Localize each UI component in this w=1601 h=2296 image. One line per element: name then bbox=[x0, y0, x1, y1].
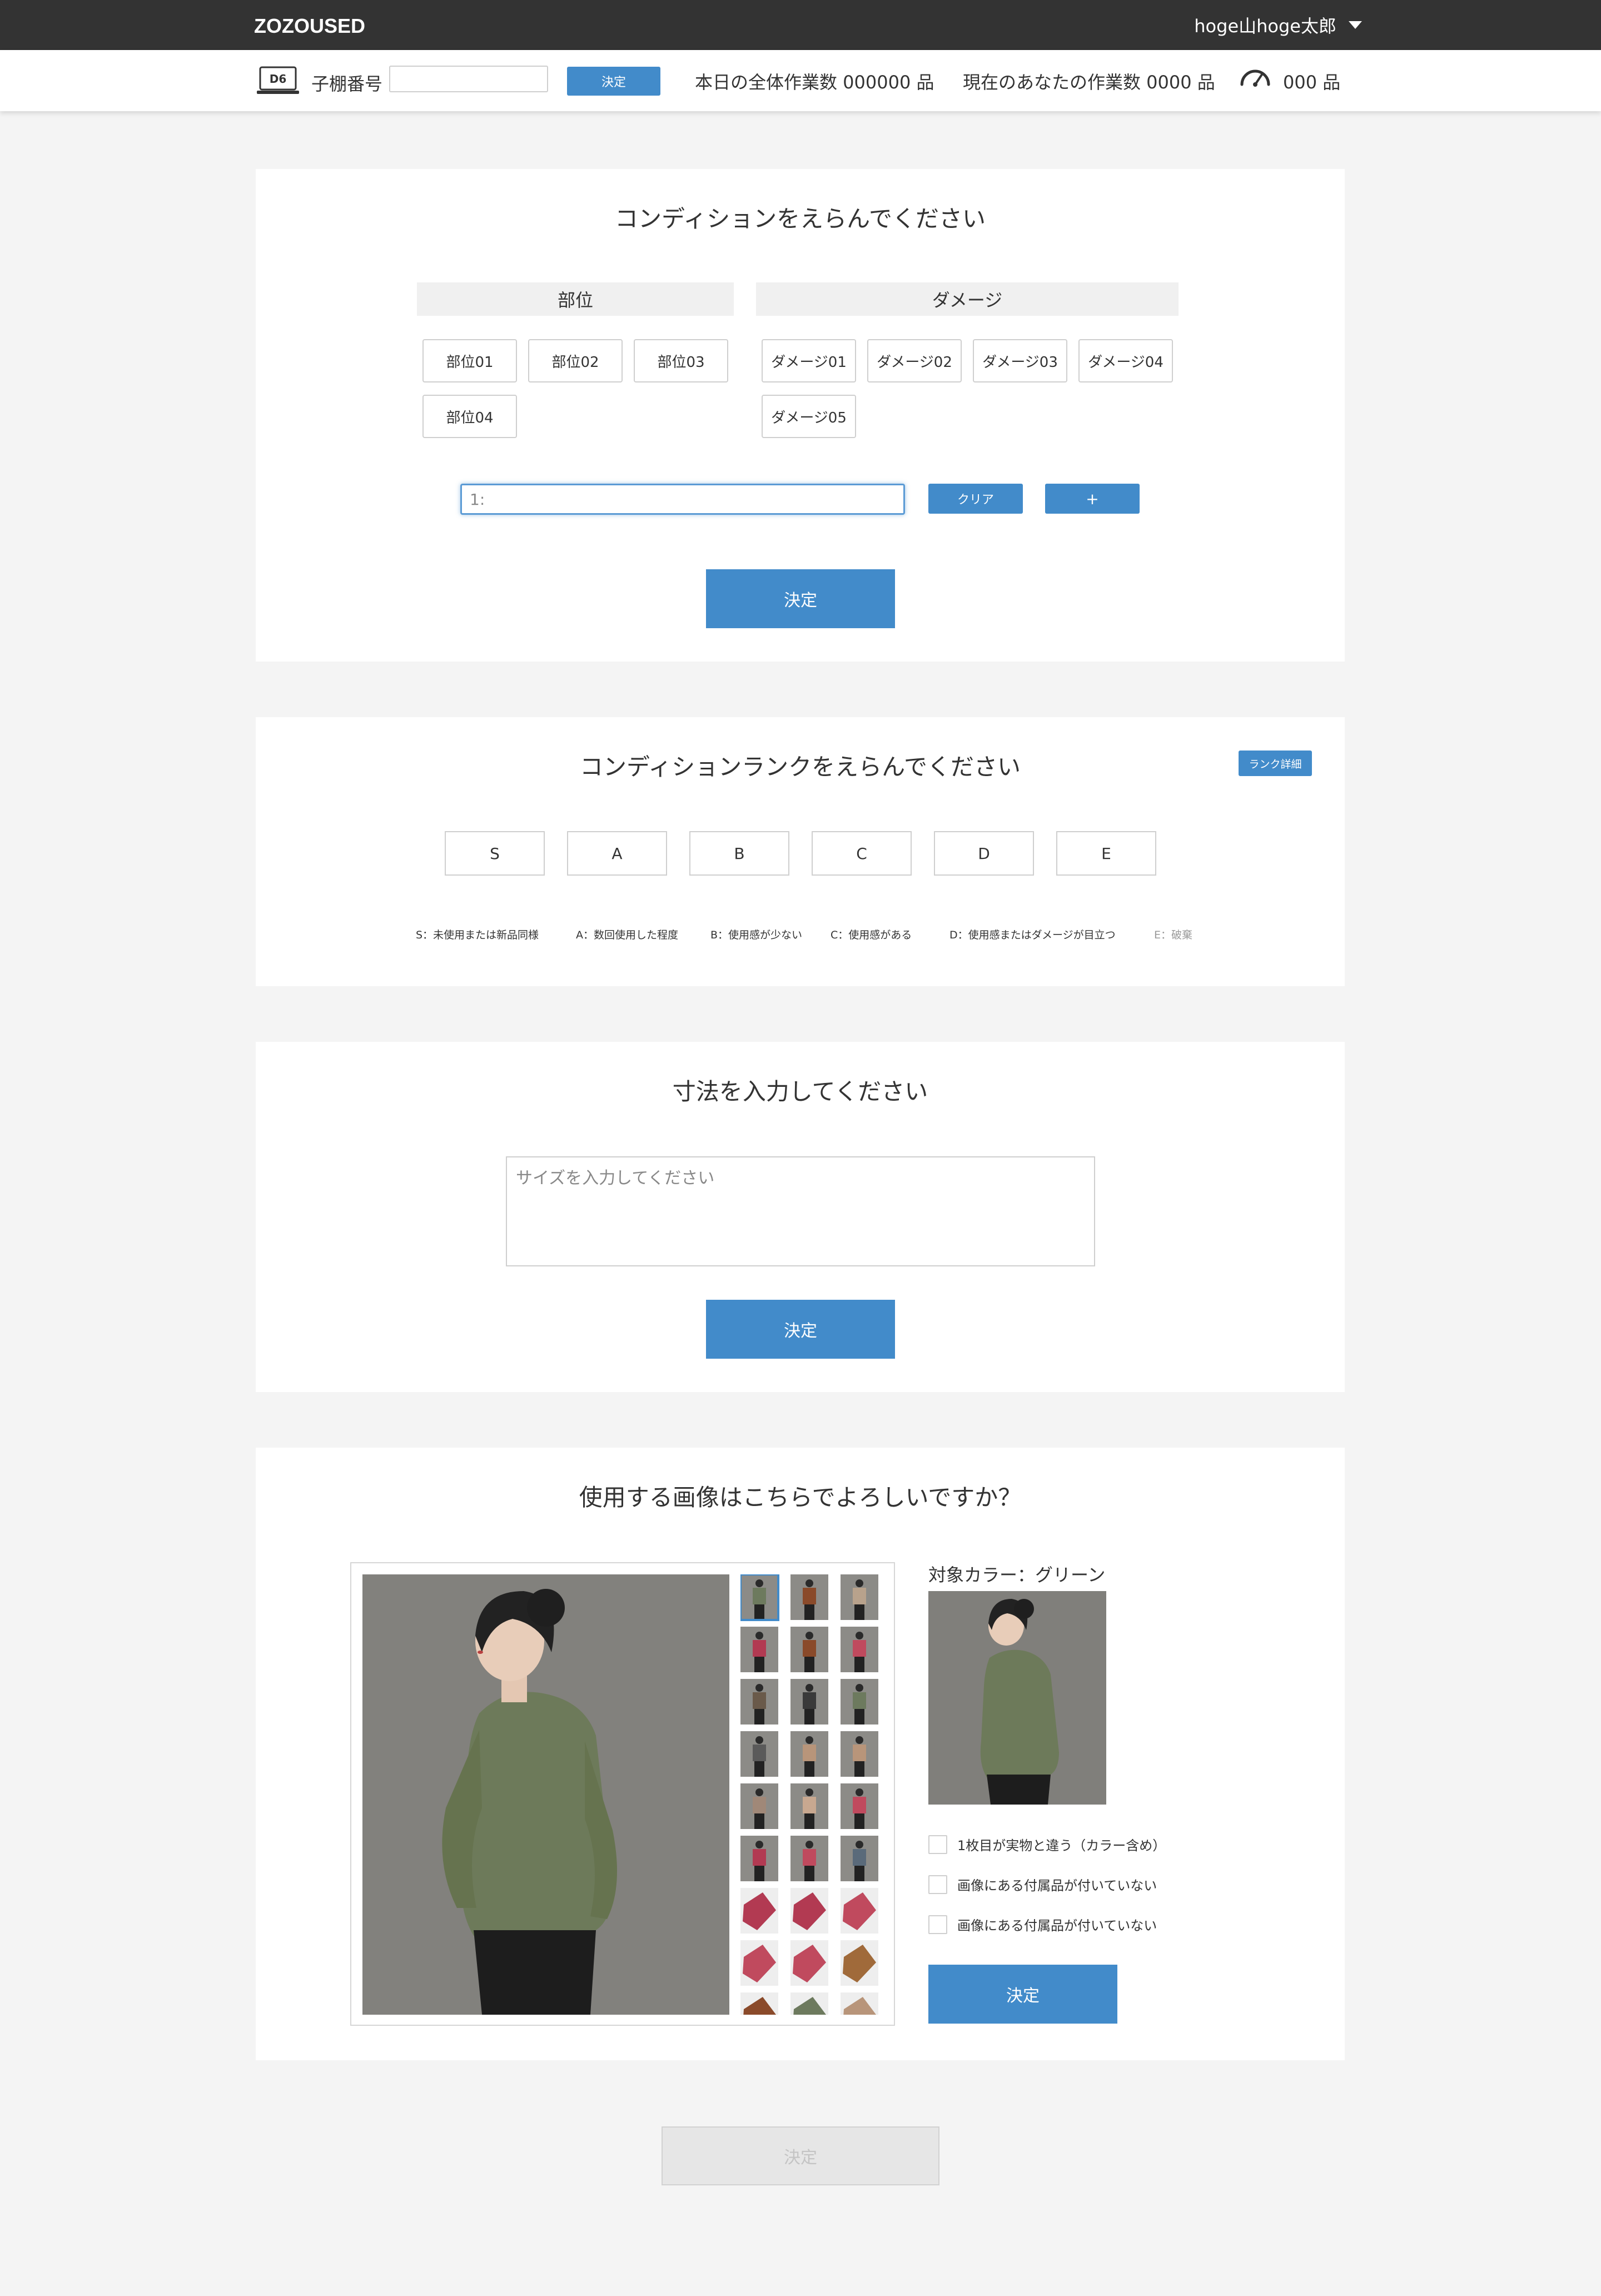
thumbnail-image[interactable] bbox=[790, 1627, 828, 1672]
speedometer-icon bbox=[1240, 69, 1270, 87]
thumbnail-image[interactable] bbox=[790, 1836, 828, 1881]
your-work-count: 現在のあなたの作業数 0000 品 bbox=[963, 72, 1215, 93]
part-option[interactable]: 部位04 bbox=[422, 395, 517, 438]
check-label: 画像にある付属品が付いていない bbox=[957, 1878, 1157, 1894]
condition-submit-button[interactable]: 決定 bbox=[706, 569, 895, 628]
damage-option[interactable]: ダメージ01 bbox=[762, 339, 856, 382]
shelf-number-label: 子棚番号 bbox=[311, 73, 383, 95]
thumbnail-image[interactable] bbox=[740, 1783, 778, 1829]
check-accessory-missing-2[interactable]: 画像にある付属品が付いていない bbox=[928, 1915, 1157, 1934]
thumbnail-image[interactable] bbox=[841, 1679, 878, 1725]
speed-work-count: 000 品 bbox=[1283, 72, 1341, 93]
rank-option-c[interactable]: C bbox=[812, 831, 912, 876]
rank-legend-b: B：使用感が少ない bbox=[710, 929, 803, 941]
shelf-number-input[interactable] bbox=[389, 66, 548, 92]
part-option[interactable]: 部位02 bbox=[528, 339, 623, 382]
image-submit-button[interactable]: 決定 bbox=[928, 1965, 1117, 2024]
condition-title: コンディションをえらんでください bbox=[615, 205, 986, 232]
image-gallery bbox=[350, 1562, 895, 2026]
rank-legend-s: S：未使用または新品同様 bbox=[416, 929, 539, 941]
thumbnail-image[interactable] bbox=[740, 1888, 778, 1934]
damage-column-header: ダメージ bbox=[756, 282, 1179, 316]
check-label: 画像にある付属品が付いていない bbox=[957, 1918, 1157, 1934]
damage-option[interactable]: ダメージ02 bbox=[867, 339, 962, 382]
rank-option-b[interactable]: B bbox=[689, 831, 789, 876]
part-option[interactable]: 部位03 bbox=[634, 339, 728, 382]
target-color-image bbox=[928, 1591, 1106, 1805]
rank-detail-button[interactable]: ランク詳細 bbox=[1239, 751, 1312, 776]
thumbnail-image[interactable] bbox=[740, 1627, 778, 1672]
shelf-icon-label: D6 bbox=[270, 72, 287, 86]
app-logo[interactable]: ZOZOUSED bbox=[254, 14, 365, 38]
top-bar: ZOZOUSED hoge山hoge太郎 bbox=[0, 0, 1601, 50]
thumbnail-image[interactable] bbox=[790, 1992, 828, 2015]
condition-card: コンディションをえらんでください 部位 ダメージ 部位01 部位02 部位03 … bbox=[256, 169, 1345, 662]
thumbnail-image[interactable] bbox=[740, 1679, 778, 1725]
rank-option-a[interactable]: A bbox=[567, 831, 667, 876]
condition-input[interactable] bbox=[460, 484, 905, 515]
thumbnail-image[interactable] bbox=[740, 1992, 778, 2015]
checkbox[interactable] bbox=[928, 1875, 947, 1894]
rank-title: コンディションランクをえらんでください bbox=[580, 753, 1021, 781]
size-title: 寸法を入力してください bbox=[672, 1078, 928, 1105]
thumbnail-image[interactable] bbox=[790, 1783, 828, 1829]
rank-legend-e: E：破棄 bbox=[1154, 929, 1193, 941]
user-menu[interactable]: hoge山hoge太郎 bbox=[1194, 12, 1362, 38]
caret-down-icon bbox=[1349, 21, 1362, 29]
checkbox[interactable] bbox=[928, 1835, 947, 1854]
thumbnail-image[interactable] bbox=[841, 1574, 878, 1620]
rank-option-d[interactable]: D bbox=[934, 831, 1034, 876]
rank-card: コンディションランクをえらんでください ランク詳細 bbox=[256, 717, 1345, 986]
target-color-label: 対象カラー：グリーン bbox=[928, 1564, 1106, 1586]
user-name: hoge山hoge太郎 bbox=[1194, 16, 1336, 37]
laptop-icon: D6 bbox=[257, 66, 299, 94]
thumbnail-image[interactable] bbox=[790, 1731, 828, 1777]
damage-option[interactable]: ダメージ04 bbox=[1078, 339, 1173, 382]
thumbnail-image[interactable] bbox=[790, 1679, 828, 1725]
size-input[interactable] bbox=[506, 1156, 1095, 1266]
checkbox[interactable] bbox=[928, 1915, 947, 1934]
rank-legend-d: D：使用感またはダメージが目立つ bbox=[949, 929, 1116, 941]
damage-option[interactable]: ダメージ03 bbox=[973, 339, 1067, 382]
rank-legend-c: C：使用感がある bbox=[831, 929, 912, 941]
damage-option[interactable]: ダメージ05 bbox=[762, 395, 856, 438]
total-work-count: 本日の全体作業数 000000 品 bbox=[695, 72, 934, 93]
rank-legend-a: A：数回使用した程度 bbox=[576, 929, 678, 941]
sub-bar: D6 子棚番号 決定 本日の全体作業数 000000 品 現在のあなたの作業数 … bbox=[0, 50, 1601, 111]
final-submit-button[interactable]: 決定 bbox=[662, 2126, 939, 2185]
rank-option-e[interactable]: E bbox=[1056, 831, 1156, 876]
part-option[interactable]: 部位01 bbox=[422, 339, 517, 382]
clear-button[interactable]: クリア bbox=[928, 484, 1023, 514]
add-button[interactable]: + bbox=[1045, 484, 1140, 514]
thumbnail-image[interactable] bbox=[841, 1836, 878, 1881]
size-submit-button[interactable]: 決定 bbox=[706, 1300, 895, 1359]
thumbnail-image[interactable] bbox=[790, 1888, 828, 1934]
thumbnail-image[interactable] bbox=[841, 1627, 878, 1672]
part-column-header: 部位 bbox=[417, 282, 734, 316]
shelf-submit-button[interactable]: 決定 bbox=[567, 67, 660, 96]
thumbnail-grid bbox=[740, 1574, 883, 2015]
check-label: 1枚目が実物と違う（カラー含め） bbox=[957, 1838, 1166, 1853]
thumbnail-image[interactable] bbox=[841, 1783, 878, 1829]
thumbnail-image[interactable] bbox=[740, 1940, 778, 1986]
thumbnail-image[interactable] bbox=[841, 1731, 878, 1777]
thumbnail-image[interactable] bbox=[740, 1574, 779, 1621]
thumbnail-image[interactable] bbox=[740, 1836, 778, 1881]
main-product-image[interactable] bbox=[362, 1574, 729, 2015]
check-first-image-different[interactable]: 1枚目が実物と違う（カラー含め） bbox=[928, 1835, 1166, 1854]
thumbnail-image[interactable] bbox=[841, 1940, 878, 1986]
thumbnail-image[interactable] bbox=[841, 1888, 878, 1934]
thumbnail-image[interactable] bbox=[790, 1940, 828, 1986]
image-title: 使用する画像はこちらでよろしいですか？ bbox=[579, 1484, 1022, 1511]
check-accessory-missing[interactable]: 画像にある付属品が付いていない bbox=[928, 1875, 1157, 1894]
rank-option-s[interactable]: S bbox=[445, 831, 545, 876]
thumbnail-image[interactable] bbox=[740, 1731, 778, 1777]
thumbnail-image[interactable] bbox=[841, 1992, 878, 2015]
thumbnail-image[interactable] bbox=[790, 1574, 828, 1620]
